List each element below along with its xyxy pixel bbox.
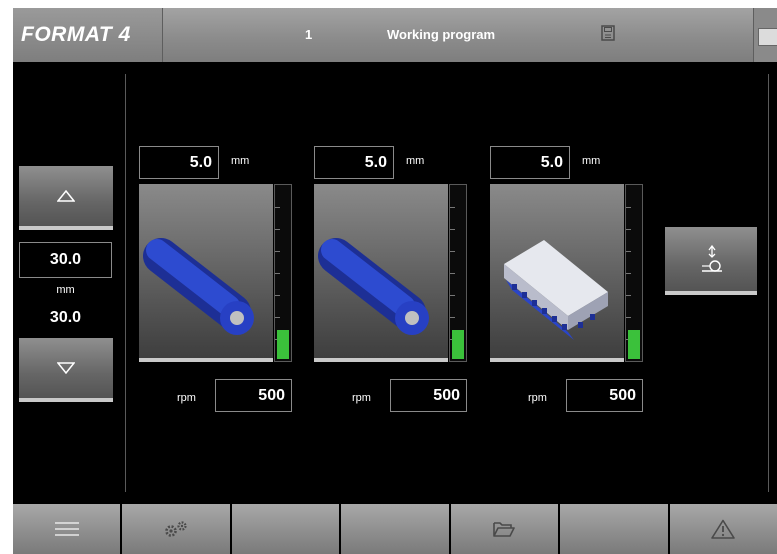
open-program-button[interactable] (450, 504, 559, 554)
unit-3-mm-label: mm (582, 155, 601, 167)
brand-logo: FORMAT 4 (13, 8, 163, 62)
unit-2: 5.0 mm rpm 500 (314, 146, 494, 412)
triangle-up-icon (57, 190, 75, 202)
triangle-down-icon (57, 362, 75, 374)
unit-1-mm-field[interactable]: 5.0 (139, 146, 219, 179)
unit-3-load-gauge (625, 184, 643, 362)
axis-setpoint-field[interactable]: 30.0 (19, 242, 112, 278)
top-bar: FORMAT 4 1 Working program (13, 8, 777, 62)
roller-settings-icon (702, 245, 722, 272)
machine-screen: FORMAT 4 1 Working program 30.0 mm 30.0 … (13, 8, 777, 554)
unit-2-tool-tile[interactable] (314, 184, 448, 362)
unit-1-rpm-field[interactable]: 500 (215, 379, 292, 412)
unit-1-rpm-label: rpm (177, 392, 196, 404)
cylindrical-roller-icon (318, 238, 429, 335)
unit-1-gauge-fill (277, 330, 289, 359)
toolbar-button-6[interactable] (560, 504, 668, 554)
axis-unit-label: mm (56, 284, 75, 296)
unit-1-load-gauge (274, 184, 292, 362)
unit-1-mm-label: mm (231, 155, 250, 167)
unit-3-mm-field[interactable]: 5.0 (490, 146, 570, 179)
gears-icon (165, 521, 187, 537)
unit-2-load-gauge (449, 184, 467, 362)
corner-button[interactable] (753, 8, 777, 62)
unit-3-gauge-fill (628, 330, 640, 359)
axis-down-button[interactable] (19, 338, 113, 402)
axis-up-button[interactable] (19, 166, 113, 230)
save-icon[interactable] (601, 25, 615, 41)
folder-open-icon (493, 522, 516, 537)
menu-button[interactable] (13, 504, 121, 554)
left-divider (125, 74, 126, 492)
unit-2-mm-label: mm (406, 155, 425, 167)
unit-2-rpm-field[interactable]: 500 (390, 379, 467, 412)
roller-mode-button[interactable] (665, 227, 757, 295)
unit-2-gauge-fill (452, 330, 464, 359)
program-number: 1 (305, 27, 313, 42)
program-title: Working program (387, 27, 496, 42)
right-divider (768, 74, 769, 492)
menu-lines-icon (54, 522, 79, 536)
unit-3: 5.0 mm rpm 500 (490, 146, 670, 412)
bottom-toolbar (13, 504, 777, 554)
unit-1-tool-tile[interactable] (139, 184, 273, 362)
unit-3-rpm-label: rpm (528, 392, 547, 404)
axis-actual-value: 30.0 (49, 309, 82, 326)
units-button[interactable] (122, 504, 230, 554)
toolbar-button-4[interactable] (341, 504, 449, 554)
sanding-pad-icon (504, 240, 608, 340)
warning-triangle-icon (711, 519, 736, 539)
unit-2-rpm-label: rpm (352, 392, 371, 404)
corner-button-face (758, 28, 777, 46)
alarms-button[interactable] (669, 504, 777, 554)
unit-3-tool-tile[interactable] (490, 184, 624, 362)
cylindrical-roller-icon (143, 238, 254, 335)
toolbar-button-3[interactable] (231, 504, 340, 554)
unit-1: 5.0 mm rpm 500 (139, 146, 319, 412)
unit-3-rpm-field[interactable]: 500 (566, 379, 643, 412)
unit-2-mm-field[interactable]: 5.0 (314, 146, 394, 179)
